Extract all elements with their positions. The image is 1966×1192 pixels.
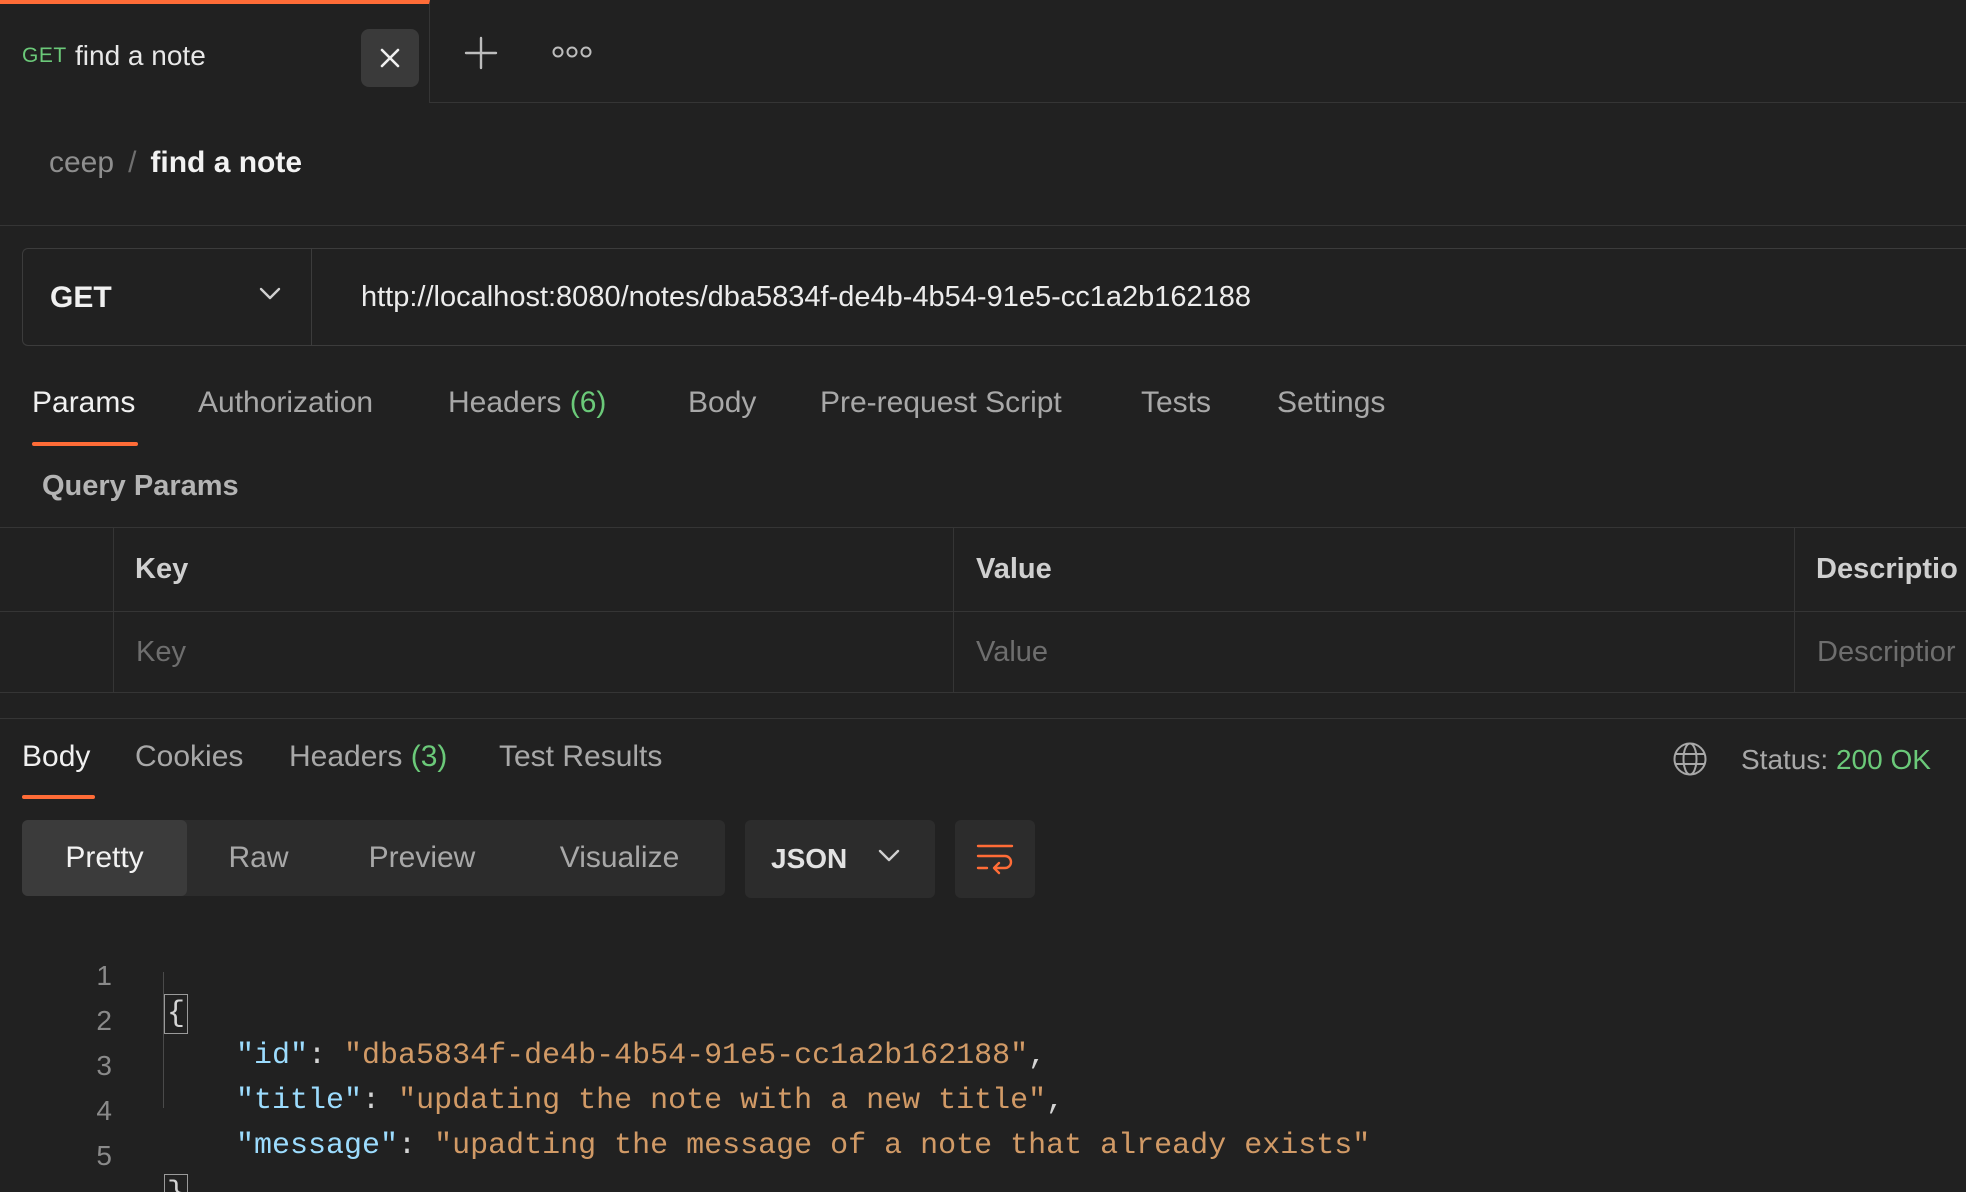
chevron-down-icon xyxy=(878,849,900,862)
tab-pre-request-script[interactable]: Pre-request Script xyxy=(820,386,1062,420)
breadcrumb: ceep / find a note xyxy=(49,146,302,180)
method-dropdown[interactable]: GET xyxy=(23,249,312,345)
format-dropdown[interactable]: JSON xyxy=(745,820,935,898)
response-tab-headers-label: Headers xyxy=(289,740,403,773)
response-pane-divider[interactable] xyxy=(0,718,1966,719)
json-close-brace: } xyxy=(164,1174,189,1192)
param-key-input[interactable] xyxy=(114,613,952,691)
plus-icon[interactable] xyxy=(462,34,500,72)
column-header-description: Descriptio xyxy=(1816,553,1958,585)
row-divider xyxy=(0,611,1966,612)
url-input[interactable] xyxy=(313,249,1963,345)
query-params-table: Key Value Descriptio xyxy=(0,527,1966,693)
tab-method-label: GET xyxy=(22,44,67,67)
format-label: JSON xyxy=(771,843,848,874)
app-window: GET find a note ceep / find a note GET h… xyxy=(0,0,1966,1192)
column-header-key: Key xyxy=(135,553,189,585)
response-view-selector: Pretty Raw Preview Visualize xyxy=(22,820,725,896)
active-tab-indicator xyxy=(32,442,138,446)
response-headers-count: (3) xyxy=(410,740,448,773)
response-tab-test-results[interactable]: Test Results xyxy=(499,740,662,774)
code-line: 3 "title": "updating the note with a new… xyxy=(0,1016,1966,1118)
breadcrumb-collection[interactable]: ceep xyxy=(49,146,114,179)
breadcrumb-separator: / xyxy=(128,146,137,179)
status-value[interactable]: 200 OK xyxy=(1836,744,1931,775)
close-tab-button[interactable] xyxy=(361,29,419,87)
response-status: Status: 200 OK xyxy=(1741,744,1931,776)
breadcrumb-request-name[interactable]: find a note xyxy=(150,146,302,179)
tab-headers-label: Headers xyxy=(448,386,562,419)
url-bar: GET xyxy=(22,248,1966,346)
response-tab-body[interactable]: Body xyxy=(22,740,90,774)
response-tab-cookies[interactable]: Cookies xyxy=(135,740,243,774)
query-params-title: Query Params xyxy=(42,470,239,502)
view-preview[interactable]: Preview xyxy=(330,820,514,896)
param-description-input[interactable] xyxy=(1795,613,1966,691)
tab-title: find a note xyxy=(75,40,206,71)
code-line: 1 { xyxy=(0,926,1966,1034)
chevron-down-icon xyxy=(259,287,281,300)
status-label: Status: xyxy=(1741,744,1829,775)
tab-body[interactable]: Body xyxy=(688,386,756,420)
request-tab[interactable]: GET find a note xyxy=(0,0,430,103)
tab-authorization[interactable]: Authorization xyxy=(198,386,373,420)
column-header-value: Value xyxy=(976,553,1052,585)
view-visualize[interactable]: Visualize xyxy=(514,820,725,896)
view-pretty[interactable]: Pretty xyxy=(22,820,187,896)
tab-headers[interactable]: Headers (6) xyxy=(448,386,606,420)
tab-settings[interactable]: Settings xyxy=(1277,386,1385,420)
tab-bar: GET find a note xyxy=(0,0,1966,103)
code-line: 4 "message": "upadting the message of a … xyxy=(0,1061,1966,1163)
tab-tests[interactable]: Tests xyxy=(1141,386,1211,420)
tab-params[interactable]: Params xyxy=(32,386,135,420)
globe-icon[interactable] xyxy=(1672,741,1708,777)
code-line: 2 "id": "dba5834f-de4b-4b54-91e5-cc1a2b1… xyxy=(0,971,1966,1073)
view-raw[interactable]: Raw xyxy=(187,820,330,896)
line-number: 5 xyxy=(96,1140,112,1171)
wrap-lines-icon xyxy=(976,844,1014,875)
param-value-input[interactable] xyxy=(954,613,1793,691)
code-line: 5 } xyxy=(0,1106,1966,1192)
headers-count: (6) xyxy=(569,386,607,419)
method-label: GET xyxy=(50,281,112,314)
wrap-lines-button[interactable] xyxy=(955,820,1035,898)
response-tab-headers[interactable]: Headers (3) xyxy=(289,740,447,774)
more-options-icon[interactable] xyxy=(552,44,592,60)
divider xyxy=(0,225,1966,226)
close-icon xyxy=(380,48,400,68)
active-response-tab-indicator xyxy=(22,795,95,799)
